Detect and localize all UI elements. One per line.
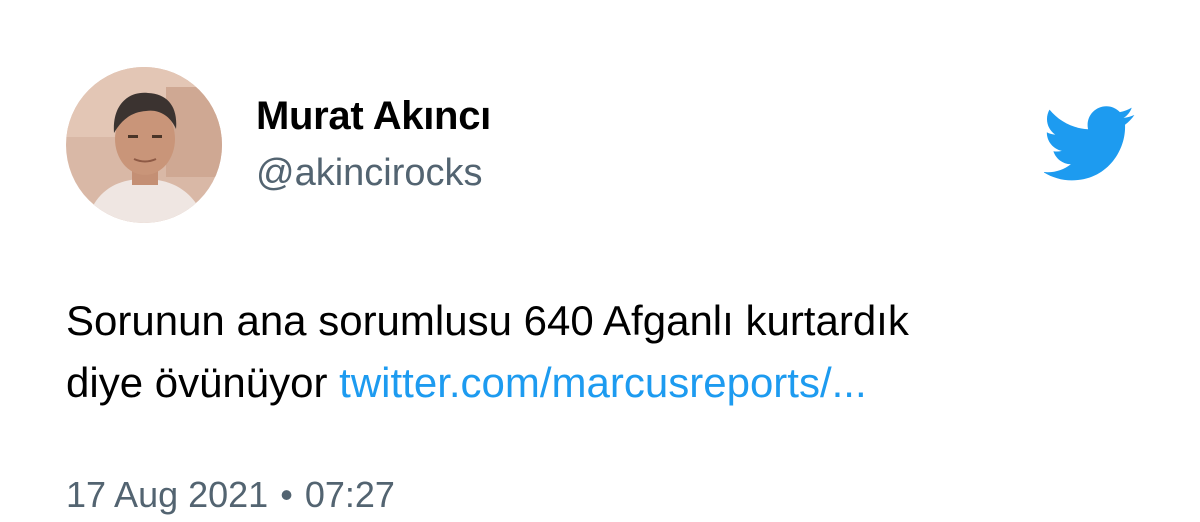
tweet-link[interactable]: twitter.com/marcusreports/...	[339, 359, 866, 406]
avatar-photo	[66, 67, 222, 223]
tweet-date: 17 Aug 2021	[66, 474, 269, 515]
tweet-timestamp[interactable]: 17 Aug 2021 • 07:27	[66, 474, 395, 516]
twitter-bird-icon	[1043, 106, 1136, 182]
tweet-text: Sorunun ana sorumlusu 640 Afganlı kurtar…	[66, 290, 1146, 414]
tweet-card: Murat Akıncı @akincirocks Sorunun ana so…	[0, 0, 1200, 522]
tweet-text-line-1: Sorunun ana sorumlusu 640 Afganlı kurtar…	[66, 297, 909, 344]
tweet-text-line-2-body: diye övünüyor	[66, 359, 328, 406]
tweet-text-line-2: diye övünüyor twitter.com/marcusreports/…	[66, 352, 1146, 414]
separator-dot: •	[280, 474, 293, 515]
author-handle[interactable]: @akincirocks	[256, 152, 483, 195]
author-name[interactable]: Murat Akıncı	[256, 94, 491, 139]
tweet-time: 07:27	[304, 474, 395, 515]
avatar[interactable]	[66, 67, 222, 223]
